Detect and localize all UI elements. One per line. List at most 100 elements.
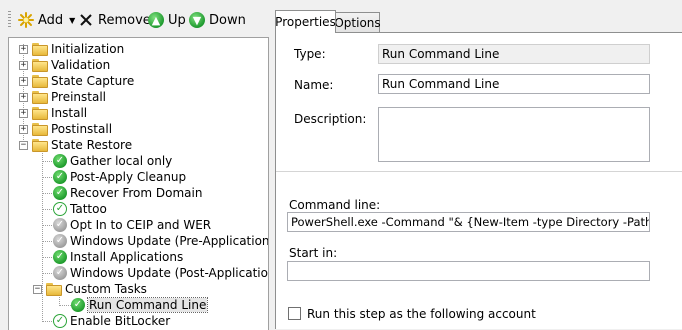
tree-node-label: Validation — [51, 58, 111, 72]
tree-node-label: Windows Update (Pre-Application Installa — [70, 234, 269, 248]
properties-panel: Type: Run Command Line Name: Run Command… — [275, 32, 682, 329]
type-label: Type: — [294, 47, 326, 61]
tree-node-label: Run Command Line — [86, 297, 209, 313]
chevron-down-icon[interactable]: ▼ — [69, 16, 75, 25]
folder-icon — [32, 58, 48, 72]
folder-icon — [32, 42, 48, 56]
down-arrow-circle-icon: ▼ — [189, 12, 205, 28]
type-field: Run Command Line — [378, 44, 650, 64]
toolbar: Add ▼ Remove ▲ Up ▼ Down — [0, 0, 272, 36]
tree-node-label: Gather local only — [70, 154, 173, 168]
check-circle-icon: ✓ — [53, 186, 67, 200]
remove-label: Remove — [98, 12, 151, 28]
tab-options[interactable]: Options — [334, 12, 381, 32]
down-label: Down — [209, 12, 246, 28]
command-line-value: PowerShell.exe -Command "& {New-Item -ty… — [291, 215, 650, 229]
tree-node-label: Windows Update (Post-Application Install… — [70, 266, 269, 280]
add-label: Add — [38, 12, 64, 28]
tree-node-label: Install Applications — [70, 250, 184, 264]
expand-icon[interactable]: + — [19, 124, 28, 134]
run-as-label: Run this step as the following account — [307, 307, 536, 321]
down-button[interactable]: ▼ Down — [189, 10, 246, 30]
check-circle-outline-icon: ✓ — [53, 314, 67, 328]
tree-node-label: State Restore — [51, 138, 133, 152]
disabled-check-circle-icon: ✓ — [53, 266, 67, 280]
tree-node-label: Install — [51, 106, 88, 120]
tree-node-state-restore[interactable]: − State Restore — [19, 137, 132, 153]
check-circle-icon: ✓ — [53, 154, 67, 168]
section-divider — [276, 171, 682, 172]
collapse-icon[interactable]: − — [33, 284, 42, 294]
tree-node-label: Tattoo — [70, 202, 107, 216]
check-circle-icon: ✓ — [71, 298, 85, 312]
name-label: Name: — [294, 78, 334, 92]
tree-node-state-capture[interactable]: + State Capture — [19, 73, 134, 89]
tree-node-post-apply-cleanup[interactable]: ✓ Post-Apply Cleanup — [53, 169, 186, 185]
check-circle-outline-icon: ✓ — [53, 202, 67, 216]
expand-icon[interactable]: + — [19, 44, 28, 54]
name-input[interactable]: Run Command Line — [378, 74, 650, 94]
toolbar-grip[interactable] — [8, 11, 11, 28]
expand-icon[interactable]: + — [19, 108, 28, 118]
tree-node-label: Custom Tasks — [65, 282, 147, 296]
tree-node-tattoo[interactable]: ✓ Tattoo — [53, 201, 107, 217]
folder-icon — [46, 282, 62, 296]
expand-icon[interactable]: + — [19, 76, 28, 86]
tree-node-preinstall[interactable]: + Preinstall — [19, 89, 106, 105]
tree-node-recover-from-domain[interactable]: ✓ Recover From Domain — [53, 185, 202, 201]
check-circle-icon: ✓ — [53, 250, 67, 264]
remove-button[interactable]: Remove — [78, 10, 151, 30]
folder-icon — [32, 122, 48, 136]
tree-node-initialization[interactable]: + Initialization — [19, 41, 124, 57]
tree-node-gather-local-only[interactable]: ✓ Gather local only — [53, 153, 172, 169]
tree-node-label: Opt In to CEIP and WER — [70, 218, 212, 232]
folder-icon — [32, 138, 48, 152]
tree-node-windows-update-post[interactable]: ✓ Windows Update (Post-Application Insta… — [53, 265, 269, 281]
x-icon — [78, 12, 94, 28]
command-line-label: Command line: — [289, 198, 381, 212]
tree-node-enable-bitlocker[interactable]: ✓ Enable BitLocker — [53, 313, 170, 329]
tree-node-windows-update-pre[interactable]: ✓ Windows Update (Pre-Application Instal… — [53, 233, 269, 249]
check-circle-icon: ✓ — [53, 170, 67, 184]
tree-node-install-applications[interactable]: ✓ Install Applications — [53, 249, 183, 265]
task-sequence-tree[interactable]: + Initialization + Validation + State Ca… — [8, 37, 269, 330]
folder-icon — [32, 90, 48, 104]
tree-node-postinstall[interactable]: + Postinstall — [19, 121, 112, 137]
tree-node-validation[interactable]: + Validation — [19, 57, 110, 73]
tree-node-label: Initialization — [51, 42, 125, 56]
tree-node-label: Preinstall — [51, 90, 106, 104]
description-textarea[interactable] — [378, 107, 650, 162]
tree-node-opt-in-ceip[interactable]: ✓ Opt In to CEIP and WER — [53, 217, 211, 233]
folder-icon — [32, 74, 48, 88]
tree-node-label: State Capture — [51, 74, 135, 88]
star-burst-icon — [18, 12, 34, 28]
type-value: Run Command Line — [382, 47, 500, 61]
tab-properties[interactable]: Properties — [275, 10, 336, 33]
up-button[interactable]: ▲ Up — [148, 10, 186, 30]
expand-icon[interactable]: + — [19, 92, 28, 102]
tree-node-run-command-line[interactable]: ✓ Run Command Line — [71, 297, 209, 313]
command-line-input[interactable]: PowerShell.exe -Command "& {New-Item -ty… — [287, 212, 650, 232]
tree-node-label: Recover From Domain — [70, 186, 203, 200]
tree-node-install[interactable]: + Install — [19, 105, 87, 121]
up-arrow-circle-icon: ▲ — [148, 12, 164, 28]
disabled-check-circle-icon: ✓ — [53, 218, 67, 232]
tree-node-label: Enable BitLocker — [70, 314, 171, 328]
tree-node-label: Postinstall — [51, 122, 113, 136]
name-value: Run Command Line — [382, 77, 500, 91]
disabled-check-circle-icon: ✓ — [53, 234, 67, 248]
start-in-label: Start in: — [289, 246, 338, 260]
run-as-checkbox[interactable] — [288, 307, 301, 320]
expand-icon[interactable]: + — [19, 60, 28, 70]
tab-options-label: Options — [334, 15, 381, 30]
tree-node-custom-tasks[interactable]: − Custom Tasks — [33, 281, 147, 297]
add-button[interactable]: Add ▼ — [18, 10, 75, 30]
description-label: Description: — [294, 112, 367, 126]
folder-icon — [32, 106, 48, 120]
tree-node-label: Post-Apply Cleanup — [70, 170, 187, 184]
tree-line — [59, 305, 71, 306]
up-label: Up — [168, 12, 186, 28]
tab-properties-label: Properties — [275, 15, 336, 29]
collapse-icon[interactable]: − — [19, 140, 28, 150]
start-in-input[interactable] — [287, 261, 650, 281]
